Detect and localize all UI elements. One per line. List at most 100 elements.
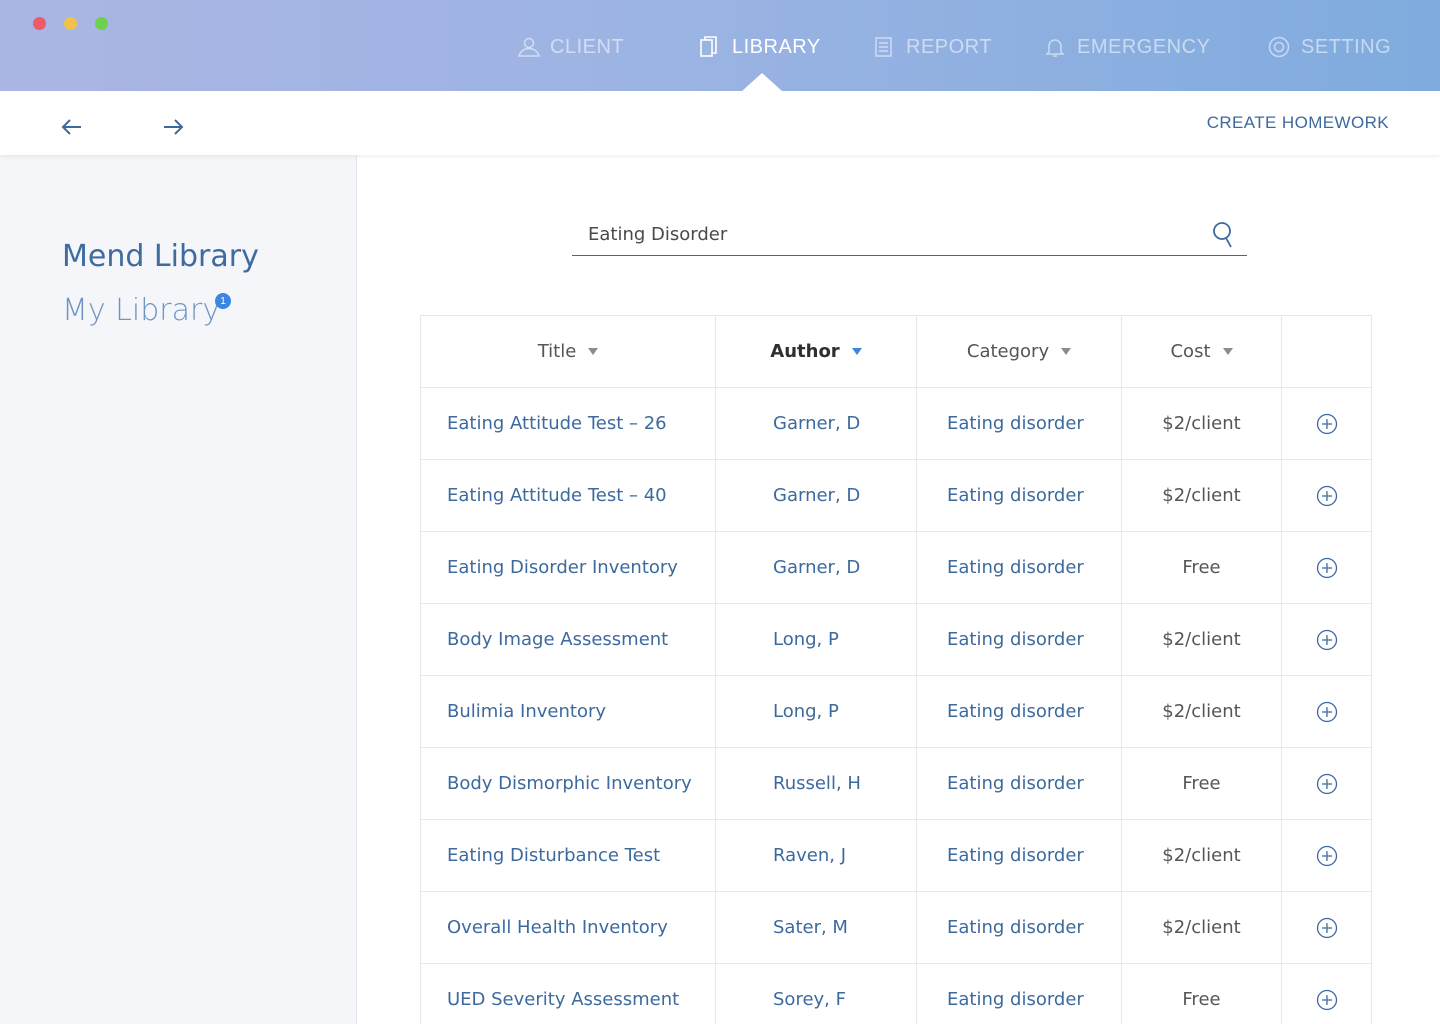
row-cost: $2/client bbox=[1162, 485, 1241, 506]
sort-caret-icon bbox=[588, 348, 599, 355]
row-author-link[interactable]: Long, P bbox=[773, 701, 839, 722]
row-title-link[interactable]: Bulimia Inventory bbox=[447, 701, 606, 722]
header-label: Title bbox=[537, 341, 577, 362]
row-title-link[interactable]: UED Severity Assessment bbox=[447, 989, 679, 1010]
row-category-link[interactable]: Eating disorder bbox=[947, 917, 1084, 938]
table-header-row: Title Author Category Cost bbox=[421, 316, 1371, 388]
active-tab-indicator bbox=[742, 73, 782, 91]
row-author-link[interactable]: Garner, D bbox=[773, 413, 860, 434]
add-circle-icon[interactable] bbox=[1316, 917, 1338, 939]
table-row: Overall Health Inventory Sater, M Eating… bbox=[421, 892, 1371, 964]
sort-caret-icon bbox=[1061, 348, 1072, 355]
report-icon bbox=[875, 37, 892, 57]
header-cell-actions bbox=[1282, 316, 1371, 387]
nav-tab-label: REPORT bbox=[906, 35, 992, 58]
row-title-link[interactable]: Eating Attitude Test – 40 bbox=[447, 485, 667, 506]
row-cost: Free bbox=[1182, 557, 1221, 578]
nav-tab-client[interactable]: CLIENT bbox=[516, 34, 624, 60]
row-author-link[interactable]: Russell, H bbox=[773, 773, 861, 794]
row-cost: $2/client bbox=[1162, 413, 1241, 434]
header-cell-author: Author bbox=[716, 316, 917, 387]
nav-tab-library[interactable]: LIBRARY bbox=[698, 34, 821, 60]
row-category-link[interactable]: Eating disorder bbox=[947, 701, 1084, 722]
back-arrow-icon[interactable] bbox=[60, 117, 84, 137]
row-category-link[interactable]: Eating disorder bbox=[947, 845, 1084, 866]
sort-by-category-button[interactable]: Category bbox=[966, 341, 1072, 362]
row-title-link[interactable]: Body Dismorphic Inventory bbox=[447, 773, 692, 794]
sort-by-title-button[interactable]: Title bbox=[538, 341, 599, 362]
add-circle-icon[interactable] bbox=[1316, 701, 1338, 723]
row-cost: $2/client bbox=[1162, 845, 1241, 866]
row-cost: $2/client bbox=[1162, 917, 1241, 938]
search-input[interactable] bbox=[572, 214, 1192, 254]
nav-tab-label: SETTING bbox=[1301, 35, 1392, 58]
row-title-link[interactable]: Body Image Assessment bbox=[447, 629, 668, 650]
nav-tab-label: LIBRARY bbox=[732, 35, 821, 58]
header-cell-title: Title bbox=[421, 316, 716, 387]
add-circle-icon[interactable] bbox=[1316, 989, 1338, 1011]
sort-by-cost-button[interactable]: Cost bbox=[1170, 341, 1233, 362]
sidebar-item-mend-library[interactable]: Mend Library bbox=[62, 239, 259, 274]
add-circle-icon[interactable] bbox=[1316, 773, 1338, 795]
nav-tab-label: EMERGENCY bbox=[1077, 35, 1211, 58]
maximize-window-button[interactable] bbox=[95, 17, 108, 30]
sidebar-item-my-library[interactable]: My Library bbox=[62, 293, 220, 328]
row-author-link[interactable]: Sorey, F bbox=[773, 989, 846, 1010]
table-row: Body Dismorphic Inventory Russell, H Eat… bbox=[421, 748, 1371, 820]
forward-arrow-icon[interactable] bbox=[161, 117, 185, 137]
row-category-link[interactable]: Eating disorder bbox=[947, 413, 1084, 434]
nav-tab-setting[interactable]: SETTING bbox=[1267, 34, 1391, 60]
row-cost: Free bbox=[1182, 989, 1221, 1010]
add-circle-icon[interactable] bbox=[1316, 629, 1338, 651]
row-author-link[interactable]: Long, P bbox=[773, 629, 839, 650]
header-cell-category: Category bbox=[917, 316, 1122, 387]
sidebar: Mend Library My Library 1 bbox=[0, 155, 357, 1024]
row-cost: Free bbox=[1182, 773, 1221, 794]
window-controls bbox=[33, 17, 108, 30]
row-category-link[interactable]: Eating disorder bbox=[947, 629, 1084, 650]
sort-by-author-button[interactable]: Author bbox=[770, 341, 862, 362]
row-title-link[interactable]: Eating Attitude Test – 26 bbox=[447, 413, 667, 434]
row-title-link[interactable]: Eating Disturbance Test bbox=[447, 845, 660, 866]
settings-icon bbox=[1268, 36, 1290, 58]
row-author-link[interactable]: Sater, M bbox=[773, 917, 848, 938]
sort-caret-icon bbox=[1222, 348, 1233, 355]
table-row: Bulimia Inventory Long, P Eating disorde… bbox=[421, 676, 1371, 748]
row-author-link[interactable]: Garner, D bbox=[773, 557, 860, 578]
sort-caret-icon bbox=[851, 348, 862, 355]
row-title-link[interactable]: Overall Health Inventory bbox=[447, 917, 668, 938]
row-category-link[interactable]: Eating disorder bbox=[947, 989, 1084, 1010]
header-cell-cost: Cost bbox=[1122, 316, 1282, 387]
user-icon bbox=[517, 37, 540, 57]
table-row: Eating Attitude Test – 26 Garner, D Eati… bbox=[421, 388, 1371, 460]
add-circle-icon[interactable] bbox=[1316, 845, 1338, 867]
row-cost: $2/client bbox=[1162, 701, 1241, 722]
bell-icon bbox=[1045, 39, 1065, 57]
nav-tab-label: CLIENT bbox=[550, 35, 625, 58]
minimize-window-button[interactable] bbox=[64, 17, 77, 30]
row-author-link[interactable]: Garner, D bbox=[773, 485, 860, 506]
row-category-link[interactable]: Eating disorder bbox=[947, 557, 1084, 578]
nav-tab-report[interactable]: REPORT bbox=[872, 34, 992, 60]
row-category-link[interactable]: Eating disorder bbox=[947, 773, 1084, 794]
library-table: Title Author Category Cost Eating Attitu… bbox=[420, 315, 1372, 1024]
table-row: Body Image Assessment Long, P Eating dis… bbox=[421, 604, 1371, 676]
table-row: UED Severity Assessment Sorey, F Eating … bbox=[421, 964, 1371, 1024]
nav-tab-emergency[interactable]: EMERGENCY bbox=[1043, 34, 1210, 60]
add-circle-icon[interactable] bbox=[1316, 557, 1338, 579]
row-author-link[interactable]: Raven, J bbox=[773, 845, 846, 866]
row-title-link[interactable]: Eating Disorder Inventory bbox=[447, 557, 678, 578]
add-circle-icon[interactable] bbox=[1316, 485, 1338, 507]
toolbar: CREATE HOMEWORK bbox=[0, 91, 1440, 155]
search-bar bbox=[572, 214, 1247, 256]
close-window-button[interactable] bbox=[33, 17, 46, 30]
create-homework-button[interactable]: CREATE HOMEWORK bbox=[1207, 113, 1389, 133]
add-circle-icon[interactable] bbox=[1316, 413, 1338, 435]
row-category-link[interactable]: Eating disorder bbox=[947, 485, 1084, 506]
table-row: Eating Attitude Test – 40 Garner, D Eati… bbox=[421, 460, 1371, 532]
search-icon[interactable] bbox=[1211, 220, 1237, 250]
header-label: Category bbox=[966, 341, 1050, 362]
top-nav-bar: CLIENT LIBRARY REPORT EMERGENCY SETTING bbox=[0, 0, 1440, 91]
my-library-count-badge: 1 bbox=[215, 293, 231, 309]
library-icon bbox=[700, 36, 717, 57]
